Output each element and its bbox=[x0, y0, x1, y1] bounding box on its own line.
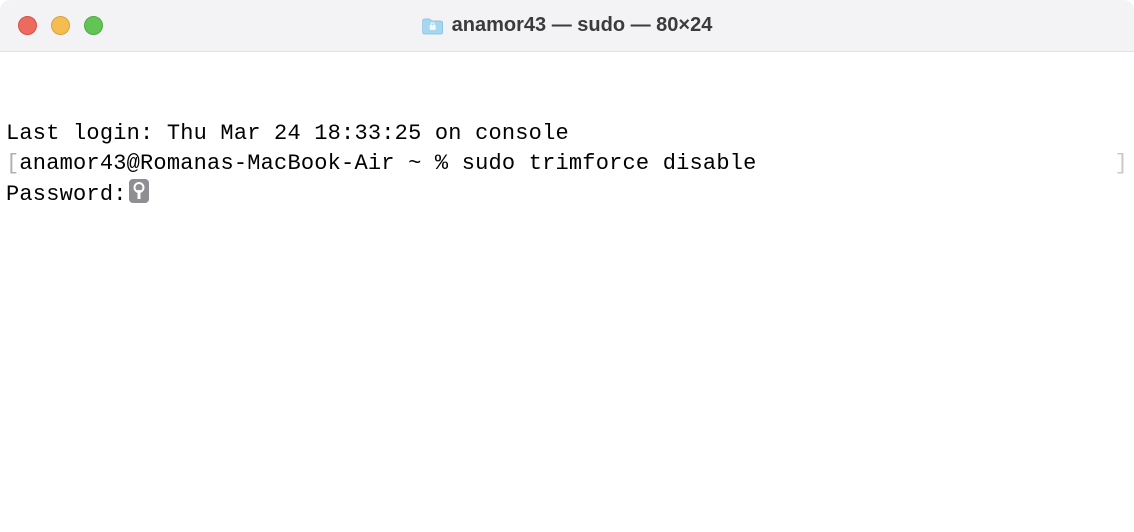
minimize-button[interactable] bbox=[51, 16, 70, 35]
close-button[interactable] bbox=[18, 16, 37, 35]
prompt-line: [anamor43@Romanas-MacBook-Air ~ % sudo t… bbox=[6, 149, 1128, 179]
terminal-window: anamor43 — sudo — 80×24 Last login: Thu … bbox=[0, 0, 1134, 532]
shell-prompt: anamor43@Romanas-MacBook-Air ~ % bbox=[19, 151, 461, 176]
password-line: Password: bbox=[6, 179, 1128, 210]
key-icon bbox=[129, 179, 149, 203]
entered-command: sudo trimforce disable bbox=[462, 151, 757, 176]
password-label: Password: bbox=[6, 182, 127, 207]
terminal-body[interactable]: Last login: Thu Mar 24 18:33:25 on conso… bbox=[0, 52, 1134, 532]
window-title: anamor43 — sudo — 80×24 bbox=[452, 14, 713, 37]
zoom-button[interactable] bbox=[84, 16, 103, 35]
titlebar[interactable]: anamor43 — sudo — 80×24 bbox=[0, 0, 1134, 52]
window-title-container: anamor43 — sudo — 80×24 bbox=[422, 14, 713, 37]
open-bracket: [ bbox=[6, 151, 19, 176]
folder-icon bbox=[422, 17, 444, 35]
traffic-lights bbox=[18, 16, 103, 35]
last-login-line: Last login: Thu Mar 24 18:33:25 on conso… bbox=[6, 119, 1128, 149]
close-bracket: ] bbox=[1115, 149, 1128, 179]
